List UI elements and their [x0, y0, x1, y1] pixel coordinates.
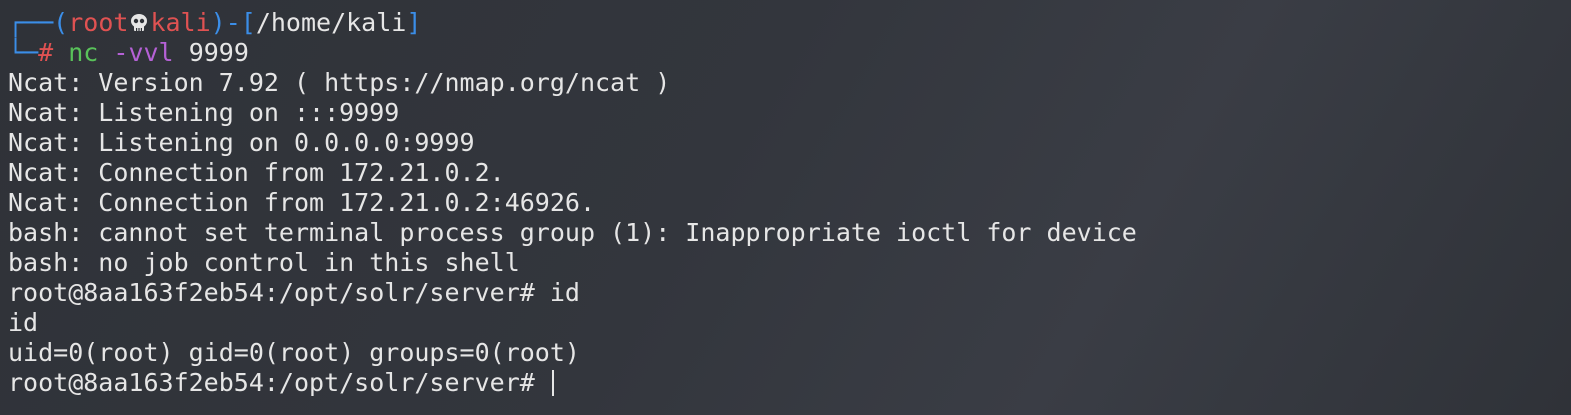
prompt-box-bottom: └─: [8, 38, 39, 67]
prompt-header-line: ┌──(root kali)-[/home/kali]: [8, 8, 1571, 38]
output-line: bash: cannot set terminal process group …: [8, 218, 1137, 247]
command-line: └─# nc -vvl 9999: [8, 38, 1571, 68]
prompt-cwd: /home/kali: [255, 8, 407, 37]
current-prompt: root@8aa163f2eb54:/opt/solr/server#: [8, 368, 550, 397]
output-line: id: [8, 308, 39, 337]
command-arg: 9999: [188, 38, 249, 67]
prompt-hash: #: [38, 38, 54, 67]
output-line: Ncat: Listening on 0.0.0.0:9999: [8, 128, 475, 157]
output-line: Ncat: Connection from 172.21.0.2:46926.: [8, 188, 595, 217]
prompt-close: ]: [406, 8, 422, 37]
output-line: uid=0(root) gid=0(root) groups=0(root): [8, 338, 580, 367]
prompt-separator: )-[: [210, 8, 256, 37]
output-line: Ncat: Version 7.92 ( https://nmap.org/nc…: [8, 68, 671, 97]
text-cursor: [551, 370, 554, 396]
skull-icon: [131, 14, 148, 31]
terminal-window[interactable]: ┌──(root kali)-[/home/kali] └─# nc -vvl 9…: [0, 0, 1571, 415]
command-flag: -vvl: [113, 38, 174, 67]
output-line: bash: no job control in this shell: [8, 248, 520, 277]
output-line: Ncat: Connection from 172.21.0.2.: [8, 158, 505, 187]
prompt-box-top: ┌──(: [8, 8, 69, 37]
output-line: Ncat: Listening on :::9999: [8, 98, 400, 127]
output-line: root@8aa163f2eb54:/opt/solr/server# id: [8, 278, 580, 307]
command-name: nc: [68, 38, 99, 67]
current-input-line[interactable]: root@8aa163f2eb54:/opt/solr/server#: [8, 368, 1571, 398]
prompt-host: kali: [150, 8, 211, 37]
prompt-user: root: [68, 8, 129, 37]
